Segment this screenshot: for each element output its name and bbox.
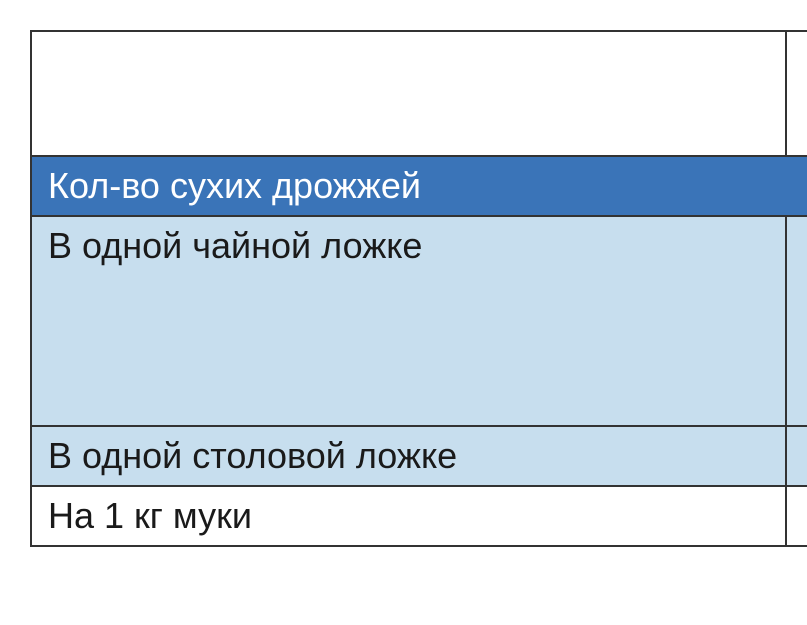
table-row: На 1 кг муки: [32, 487, 807, 545]
row-label: На 1 кг муки: [48, 495, 252, 536]
row-label: В одной столовой ложке: [48, 435, 457, 476]
table-row: В одной чайной ложке: [32, 217, 807, 427]
header-column-divider: [787, 32, 807, 155]
row-label: В одной чайной ложке: [48, 225, 422, 266]
empty-header-cell: [32, 32, 807, 157]
header-row-divider: [787, 94, 807, 96]
yeast-table: Кол-во сухих дрожжей В одной чайной ложк…: [30, 30, 807, 547]
table-row: В одной столовой ложке: [32, 427, 807, 487]
section-header-text: Кол-во сухих дрожжей: [48, 165, 421, 206]
table-section-header: Кол-во сухих дрожжей: [32, 157, 807, 217]
